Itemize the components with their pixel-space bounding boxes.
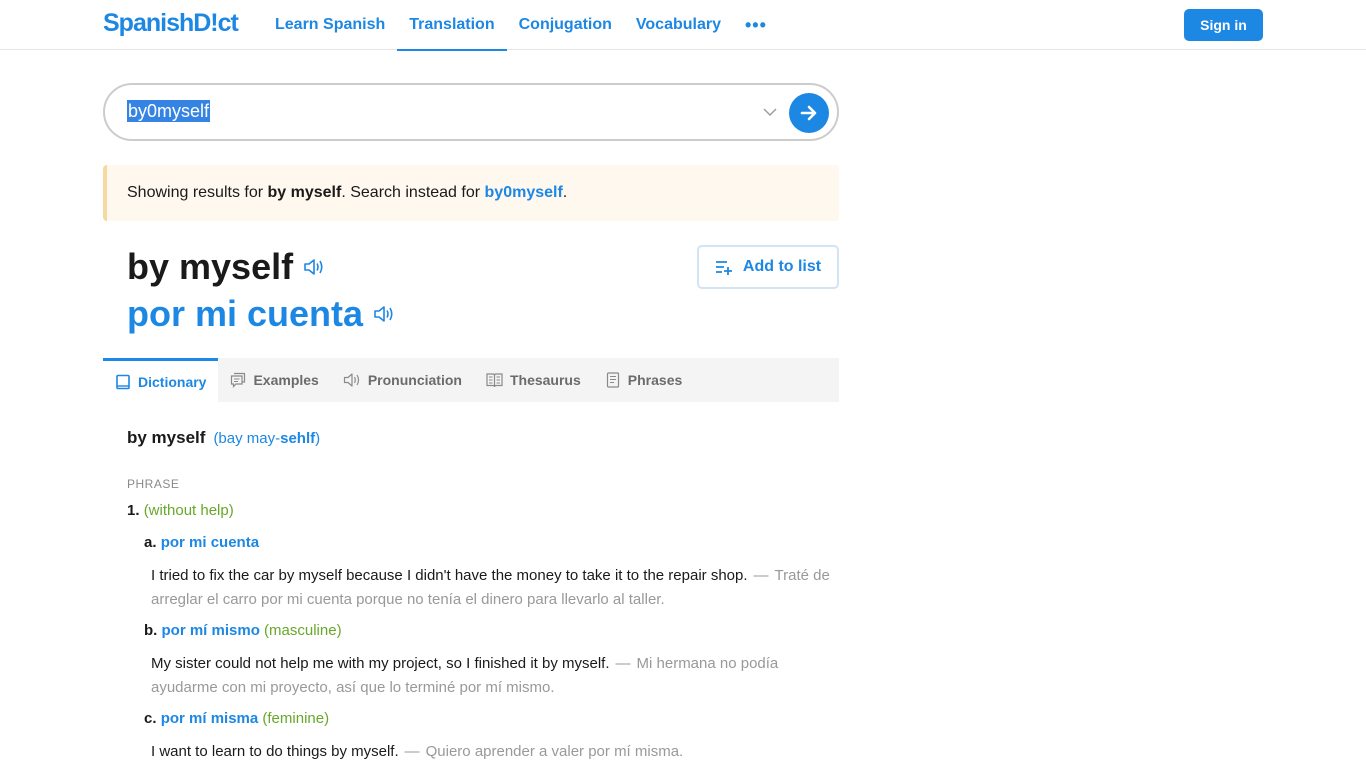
- tab-label: Dictionary: [138, 373, 207, 390]
- example-sentence: My sister could not help me with my proj…: [151, 655, 779, 696]
- sense-context: (without help): [143, 502, 234, 519]
- translation-link[interactable]: por mi cuenta: [161, 534, 259, 551]
- headword-english: by myself: [127, 246, 325, 288]
- notice-middle: . Search instead for: [341, 184, 481, 201]
- translation-link[interactable]: por mí mismo: [162, 622, 260, 639]
- search-original-link[interactable]: by0myself: [485, 184, 563, 202]
- entry-word: by myself: [127, 428, 206, 447]
- speaker-icon: [343, 373, 359, 387]
- gender-note: (masculine): [264, 622, 342, 639]
- speaker-icon[interactable]: [303, 257, 325, 277]
- corrected-query: by myself: [267, 184, 342, 201]
- nav-links: Learn Spanish Translation Conjugation Vo…: [263, 0, 779, 51]
- search-input[interactable]: by0myself: [127, 100, 211, 122]
- tab-label: Examples: [253, 372, 319, 388]
- translation-link[interactable]: por mí misma: [161, 710, 259, 727]
- sense-1: 1. (without help): [127, 502, 234, 519]
- add-to-list-label: Add to list: [742, 258, 822, 275]
- translation-letter: a.: [144, 534, 157, 551]
- part-of-speech: PHRASE: [127, 477, 180, 491]
- tab-pronunciation[interactable]: Pronunciation: [331, 358, 474, 402]
- tab-dictionary[interactable]: Dictionary: [103, 358, 219, 402]
- example-english: I want to learn to do things by myself.: [151, 743, 399, 760]
- tab-phrases[interactable]: Phrases: [593, 358, 694, 402]
- nav-translation[interactable]: Translation: [397, 0, 507, 51]
- tab-label: Thesaurus: [509, 372, 581, 388]
- example-english: My sister could not help me with my proj…: [151, 655, 610, 672]
- translation-letter: b.: [144, 622, 158, 639]
- tab-label: Phrases: [627, 372, 683, 388]
- search-input-value: by0myself: [127, 100, 211, 122]
- headword-spanish-text[interactable]: por mi cuenta: [127, 293, 363, 335]
- example-spanish: Quiero aprender a valer por mí misma.: [425, 743, 684, 760]
- open-book-icon: [486, 373, 503, 388]
- speaker-icon[interactable]: [373, 304, 395, 324]
- sign-in-button[interactable]: Sign in: [1184, 9, 1263, 41]
- top-navigation: SpanishD!ct Learn Spanish Translation Co…: [0, 0, 1366, 51]
- dictionary-entry: by myself (bay may-sehlf) PHRASE 1. (wit…: [127, 428, 839, 760]
- gender-note: (feminine): [262, 710, 330, 727]
- headword-spanish: por mi cuenta: [127, 293, 395, 335]
- add-list-icon: [715, 261, 732, 275]
- entry-headword: by myself (bay may-sehlf): [127, 428, 839, 448]
- speech-bubble-icon: [231, 372, 246, 388]
- chevron-down-icon[interactable]: [761, 103, 779, 121]
- translation-item: b. por mí mismo (masculine): [144, 622, 342, 639]
- sense-number: 1.: [127, 502, 140, 519]
- spanishdict-logo[interactable]: SpanishD!ct: [103, 9, 239, 38]
- search-submit-button[interactable]: [789, 93, 829, 133]
- headword-english-text: by myself: [127, 246, 294, 287]
- pronunciation[interactable]: (bay may-sehlf): [213, 430, 320, 447]
- result-tabs: Dictionary Examples Pronunciation Thesau…: [103, 358, 839, 402]
- example-sentence: I want to learn to do things by myself. —…: [151, 743, 684, 760]
- translation-item: a. por mi cuenta: [144, 534, 259, 551]
- notice-suffix: .: [562, 184, 568, 201]
- document-icon: [606, 372, 619, 388]
- add-to-list-button[interactable]: Add to list: [697, 245, 839, 289]
- translation-letter: c.: [144, 710, 157, 727]
- notice-prefix: Showing results for: [127, 184, 264, 201]
- nav-learn-spanish[interactable]: Learn Spanish: [263, 0, 397, 50]
- search-box[interactable]: by0myself: [103, 83, 839, 141]
- example-english: I tried to fix the car by myself because…: [151, 567, 748, 584]
- tab-examples[interactable]: Examples: [218, 358, 330, 402]
- nav-conjugation[interactable]: Conjugation: [507, 0, 624, 50]
- spelling-correction-notice: Showing results for by myself. Search in…: [103, 165, 839, 221]
- tab-thesaurus[interactable]: Thesaurus: [474, 358, 593, 402]
- nav-vocabulary[interactable]: Vocabulary: [624, 0, 733, 50]
- example-sentence: I tried to fix the car by myself because…: [151, 567, 830, 608]
- book-icon: [116, 374, 130, 389]
- arrow-right-icon: [800, 105, 817, 121]
- more-menu-icon[interactable]: •••: [733, 0, 779, 50]
- translation-item: c. por mí misma (feminine): [144, 710, 329, 727]
- tab-label: Pronunciation: [367, 372, 462, 388]
